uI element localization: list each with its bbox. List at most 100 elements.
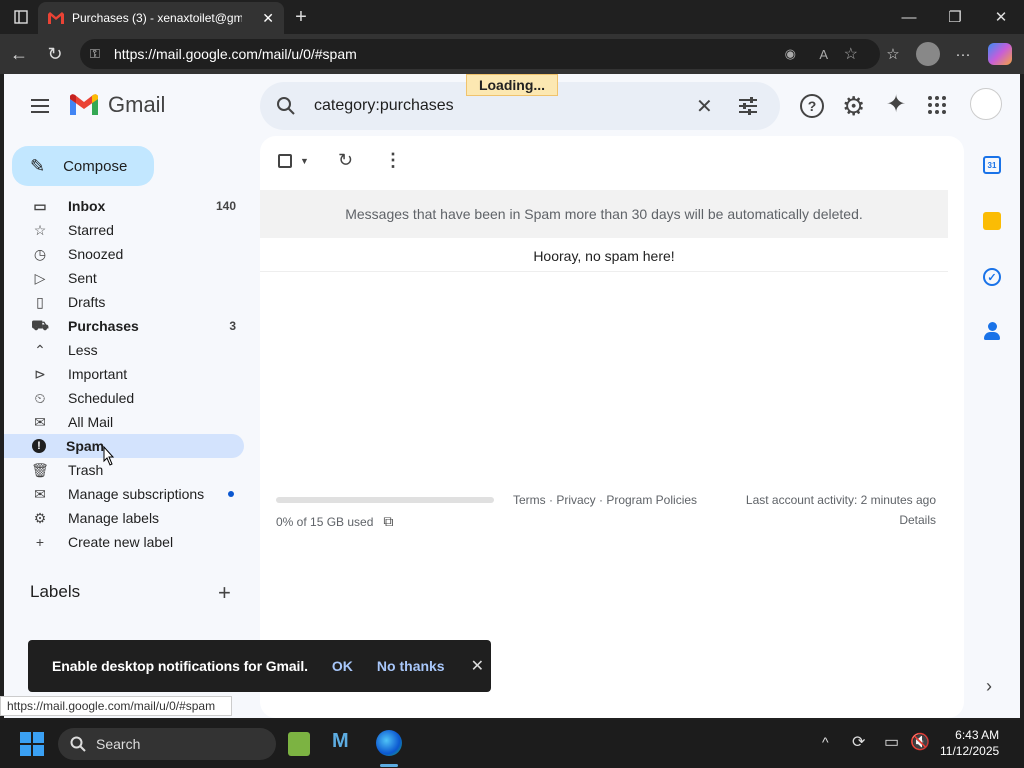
system-clock[interactable]: 6:43 AM 11/12/2025 <box>940 727 999 759</box>
search-icon[interactable] <box>276 96 296 116</box>
sidebar: ✎ Compose ▭ Inbox 140 ☆ Starred ◷ Snoozed ▷ Sent… <box>4 74 260 718</box>
sidebar-item-label: Sent <box>68 270 97 286</box>
add-label-icon[interactable]: + <box>218 580 231 606</box>
gmail-page: Gmail category:purchases ✕ Loading... ? … <box>4 74 1020 718</box>
edge-browser-icon[interactable] <box>376 730 402 756</box>
tab-actions-icon[interactable] <box>6 2 36 32</box>
apps-grid-icon[interactable] <box>928 96 946 114</box>
clock-icon: ◷ <box>33 245 47 262</box>
keep-icon[interactable] <box>983 212 1001 230</box>
send-icon: ▷ <box>34 269 46 286</box>
side-panel: 31 ✓ › <box>970 136 1020 718</box>
sidebar-item-label: Inbox <box>68 198 106 214</box>
volume-muted-icon[interactable]: 🔇 <box>910 732 930 752</box>
sidebar-item-inbox[interactable]: ▭ Inbox 140 <box>4 194 244 218</box>
sidebar-item-manage-subscriptions[interactable]: ✉ Manage subscriptions <box>4 482 244 506</box>
star-icon: ☆ <box>33 221 47 238</box>
external-link-icon[interactable]: ⧉ <box>383 513 393 530</box>
display-icon[interactable]: ▭ <box>884 732 899 752</box>
sidebar-item-label: Less <box>68 342 98 358</box>
tray-chevron-up-icon[interactable]: ^ <box>822 734 829 750</box>
tracking-icon[interactable]: ◉ <box>785 46 796 62</box>
sidebar-item-manage-labels[interactable]: ⚙ Manage labels <box>4 506 244 530</box>
pencil-icon: ✎ <box>30 155 46 176</box>
sidebar-item-create-new-label[interactable]: + Create new label <box>4 530 244 554</box>
select-all-checkbox[interactable]: ▼ <box>278 154 309 168</box>
storage-text: 0% of 15 GB used <box>276 514 374 529</box>
trash-icon: 🗑 <box>31 461 49 478</box>
gear-icon: ⚙ <box>33 509 47 526</box>
refresh-mail-icon[interactable]: ↻ <box>338 150 353 171</box>
read-aloud-icon[interactable]: A <box>819 47 828 62</box>
unread-dot <box>228 491 234 497</box>
sidebar-item-trash[interactable]: 🗑 Trash <box>4 458 244 482</box>
sidebar-item-drafts[interactable]: ▯ Drafts <box>4 290 244 314</box>
compose-label: Compose <box>63 157 128 175</box>
sidebar-item-label: Important <box>68 366 128 382</box>
compose-button[interactable]: ✎ Compose <box>12 146 154 186</box>
tab-title: Purchases (3) - xenaxtoilet@gmail <box>72 11 242 25</box>
help-icon[interactable]: ? <box>800 94 824 118</box>
sidebar-item-spam[interactable]: ! Spam <box>4 434 244 458</box>
sidebar-item-important[interactable]: ⊳ Important <box>4 362 244 386</box>
settings-gear-icon[interactable]: ⚙ <box>842 91 865 122</box>
sidebar-item-starred[interactable]: ☆ Starred <box>4 218 244 242</box>
calendar-icon[interactable]: 31 <box>983 156 1001 174</box>
site-info-icon[interactable]: ⚿ <box>90 46 100 62</box>
search-input[interactable]: category:purchases <box>314 97 454 115</box>
important-icon: ⊳ <box>34 365 46 382</box>
sidebar-item-scheduled[interactable]: ⏲ Scheduled <box>4 386 244 410</box>
snackbar-close-icon[interactable]: ✕ <box>471 656 484 676</box>
storage-usage[interactable]: 0% of 15 GB used ⧉ <box>276 513 393 530</box>
new-tab-icon[interactable]: + <box>286 2 316 32</box>
search-options-icon[interactable] <box>738 97 758 115</box>
spam-notice: Messages that have been in Spam more tha… <box>260 190 948 238</box>
snackbar-no-thanks-button[interactable]: No thanks <box>377 658 445 674</box>
sidebar-item-label: Manage subscriptions <box>68 486 205 502</box>
spam-icon: ! <box>32 439 46 453</box>
expand-panel-icon[interactable]: › <box>986 676 992 697</box>
tasks-icon[interactable]: ✓ <box>983 268 1001 286</box>
account-avatar[interactable] <box>970 88 1002 120</box>
tab-close-icon[interactable]: ✕ <box>262 10 274 27</box>
clock-date: 11/12/2025 <box>940 744 1000 758</box>
taskbar-search[interactable]: Search <box>58 728 276 760</box>
favorite-star-icon[interactable]: ☆ <box>844 44 858 64</box>
profile-avatar[interactable] <box>916 42 940 66</box>
gemini-sparkle-icon[interactable]: ✦ <box>886 90 906 119</box>
sidebar-item-purchases[interactable]: ⛟ Purchases 3 <box>4 314 244 338</box>
notepad-app-icon[interactable] <box>288 732 310 756</box>
sidebar-item-label: Spam <box>66 438 105 454</box>
favorites-icon[interactable]: ☆ <box>878 39 908 69</box>
url-text: https://mail.google.com/mail/u/0/#spam <box>114 46 357 62</box>
sidebar-item-snoozed[interactable]: ◷ Snoozed <box>4 242 244 266</box>
sidebar-item-less[interactable]: ⌃ Less <box>4 338 244 362</box>
address-bar[interactable]: ⚿ https://mail.google.com/mail/u/0/#spam… <box>80 39 880 69</box>
clock-time: 6:43 AM <box>955 728 1000 742</box>
details-link[interactable]: Details <box>899 513 936 527</box>
sidebar-item-all-mail[interactable]: ✉ All Mail <box>4 410 244 434</box>
empty-message: Hooray, no spam here! <box>260 240 948 272</box>
close-window-icon[interactable]: ✕ <box>986 2 1016 32</box>
sidebar-item-label: Drafts <box>68 294 106 310</box>
sync-icon[interactable]: ⟳ <box>852 732 865 752</box>
select-dropdown-icon[interactable]: ▼ <box>300 156 309 166</box>
footer-links[interactable]: Terms · Privacy · Program Policies <box>513 493 697 507</box>
start-windows-icon[interactable] <box>20 732 44 756</box>
restore-icon[interactable]: ❐ <box>940 2 970 32</box>
snackbar-ok-button[interactable]: OK <box>332 658 353 674</box>
sidebar-item-sent[interactable]: ▷ Sent <box>4 266 244 290</box>
clear-search-icon[interactable]: ✕ <box>696 94 713 119</box>
more-menu-icon[interactable]: ··· <box>948 39 978 69</box>
scheduled-icon: ⏲ <box>34 389 46 406</box>
copilot-icon[interactable] <box>988 43 1012 65</box>
back-icon[interactable]: ← <box>4 39 34 69</box>
status-url: https://mail.google.com/mail/u/0/#spam <box>0 696 232 716</box>
contacts-icon[interactable] <box>983 322 1001 342</box>
sidebar-item-label: Create new label <box>68 534 174 550</box>
browser-tab[interactable]: Purchases (3) - xenaxtoilet@gmail ✕ <box>38 2 284 34</box>
more-options-icon[interactable]: ⋮ <box>384 150 402 171</box>
app-m-icon[interactable]: M <box>332 730 349 753</box>
minimize-icon[interactable]: — <box>894 2 924 32</box>
refresh-icon[interactable]: ↻ <box>40 39 70 69</box>
